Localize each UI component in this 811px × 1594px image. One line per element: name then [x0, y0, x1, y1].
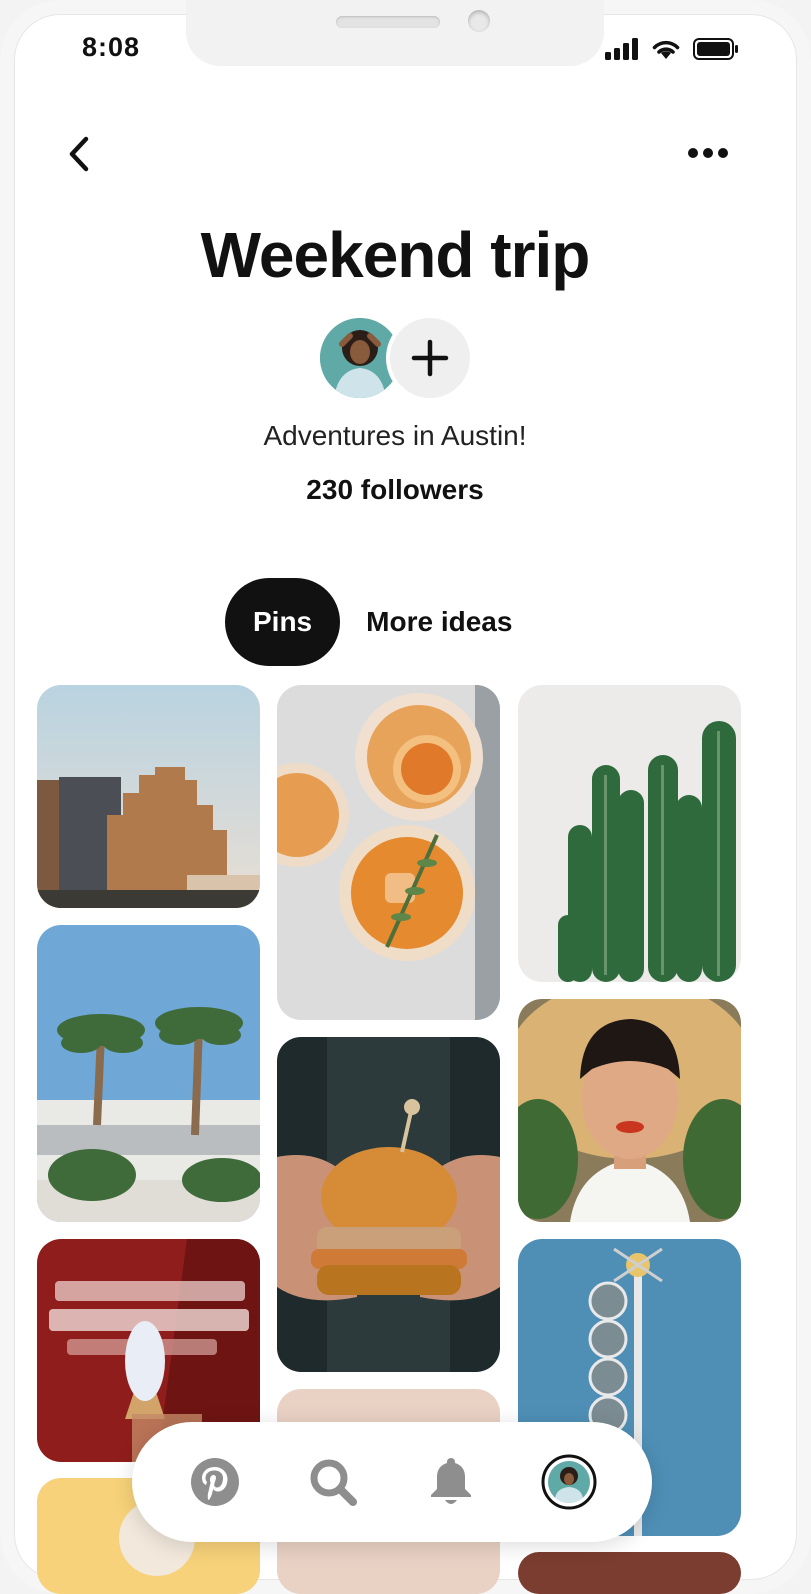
pin-cocktails[interactable] [277, 685, 500, 1020]
pin-partial-bottom[interactable] [518, 1552, 741, 1594]
more-options-button[interactable] [688, 145, 732, 161]
pin-palm-trees[interactable] [37, 925, 260, 1222]
tab-pins[interactable]: Pins [225, 578, 341, 666]
pinterest-logo-icon [191, 1458, 239, 1506]
battery-icon [693, 38, 738, 60]
bottom-navigation [132, 1422, 652, 1542]
followers-count[interactable]: 230 followers [0, 474, 790, 506]
profile-avatar-icon [541, 1454, 597, 1510]
nav-profile[interactable] [541, 1454, 597, 1510]
nav-home[interactable] [187, 1454, 243, 1510]
pin-woman-in-hat[interactable] [518, 999, 741, 1222]
pin-austin-skyline[interactable] [37, 685, 260, 908]
front-camera [468, 10, 490, 32]
back-button[interactable] [64, 134, 100, 174]
add-collaborator-button[interactable] [386, 314, 474, 402]
nav-notifications[interactable] [423, 1454, 479, 1510]
plus-icon [411, 339, 449, 377]
pin-cactus[interactable] [518, 685, 741, 982]
status-time: 8:08 [82, 32, 141, 62]
nav-search[interactable] [305, 1454, 361, 1510]
pin-burger[interactable] [277, 1037, 500, 1372]
board-tabs: Pins More ideas [225, 578, 512, 666]
signal-icon [605, 38, 638, 60]
bell-icon [431, 1458, 471, 1504]
ellipsis-dot [718, 148, 728, 158]
search-icon [310, 1459, 357, 1506]
board-title: Weekend trip [200, 219, 591, 291]
ellipsis-dot [688, 148, 698, 158]
phone-screen: 8:08 Weekend trip Adventures in Austin! … [0, 0, 811, 1594]
tab-more-ideas[interactable]: More ideas [366, 606, 512, 638]
status-icons [605, 38, 739, 60]
device-notch [186, 0, 604, 66]
wifi-icon [652, 40, 680, 59]
ellipsis-dot [703, 148, 713, 158]
chevron-left-icon [69, 136, 89, 172]
speaker-grille [336, 16, 440, 28]
board-description: Adventures in Austin! [263, 420, 527, 451]
